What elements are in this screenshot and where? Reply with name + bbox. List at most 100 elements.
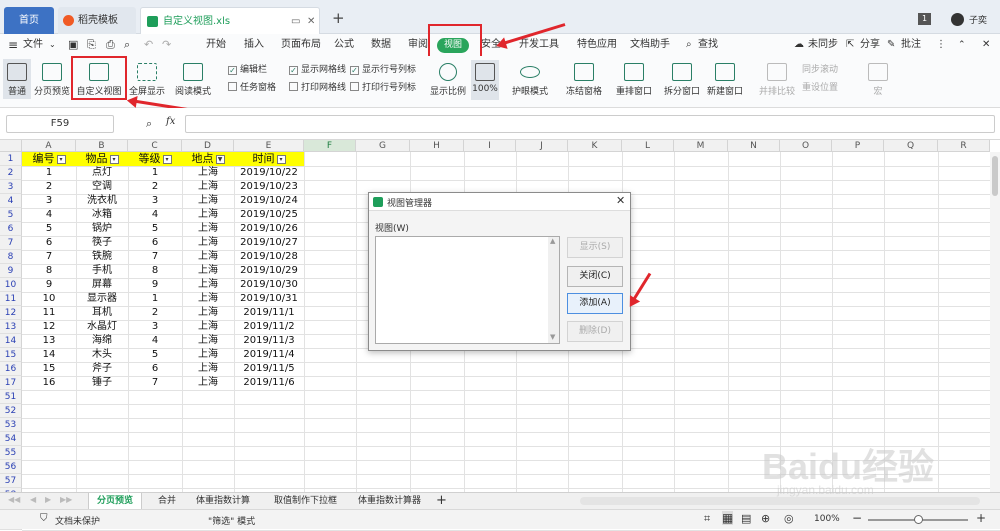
table-cell[interactable]: 锅炉 xyxy=(76,222,128,236)
table-cell[interactable]: 屏幕 xyxy=(76,278,128,292)
zoom-slider-thumb[interactable] xyxy=(914,515,923,524)
first-sheet-icon[interactable]: ◀◀ xyxy=(8,495,20,504)
table-cell[interactable]: 4 xyxy=(128,334,182,348)
table-cell[interactable]: 5 xyxy=(128,222,182,236)
zoom-ratio-button[interactable]: 显示比例 xyxy=(429,63,467,97)
column-header-E[interactable]: E xyxy=(234,140,304,152)
page-preview-button[interactable]: 分页预览 xyxy=(32,63,72,97)
menu-data[interactable]: 数据 xyxy=(371,34,391,56)
row-header[interactable]: 14 xyxy=(0,334,22,348)
table-cell[interactable]: 2019/11/1 xyxy=(234,306,304,320)
row-header[interactable]: 12 xyxy=(0,306,22,320)
row-header[interactable]: 7 xyxy=(0,236,22,250)
table-cell[interactable]: 空调 xyxy=(76,180,128,194)
checkbox-show-gridlines[interactable]: ✓ 显示网格线 xyxy=(289,63,346,77)
share-icon[interactable]: ⇱ xyxy=(846,34,854,56)
table-cell[interactable]: 13 xyxy=(22,334,76,348)
table-cell[interactable]: 4 xyxy=(128,208,182,222)
table-cell[interactable]: 3 xyxy=(128,320,182,334)
column-header-L[interactable]: L xyxy=(622,140,674,152)
table-cell[interactable]: 海绵 xyxy=(76,334,128,348)
table-cell[interactable]: 5 xyxy=(128,348,182,362)
row-header[interactable]: 8 xyxy=(0,250,22,264)
row-header[interactable]: 17 xyxy=(0,376,22,390)
table-cell[interactable]: 冰箱 xyxy=(76,208,128,222)
column-header-O[interactable]: O xyxy=(780,140,832,152)
column-header-M[interactable]: M xyxy=(674,140,728,152)
menu-review[interactable]: 审阅 xyxy=(408,34,428,56)
comment-button[interactable]: 批注 xyxy=(901,34,921,56)
select-all-corner[interactable] xyxy=(0,140,22,152)
table-cell[interactable]: 9 xyxy=(22,278,76,292)
column-header-I[interactable]: I xyxy=(464,140,516,152)
table-cell[interactable]: 3 xyxy=(128,194,182,208)
zoom-level[interactable]: 100% xyxy=(814,514,840,524)
next-sheet-icon[interactable]: ▶ xyxy=(45,495,51,504)
table-cell[interactable]: 上海 xyxy=(182,362,234,376)
reset-position-button[interactable]: 重设位置 xyxy=(802,81,838,95)
scroll-thumb[interactable] xyxy=(992,156,998,196)
row-header[interactable]: 2 xyxy=(0,166,22,180)
column-header-N[interactable]: N xyxy=(728,140,780,152)
page-break-view-icon[interactable]: ⌗ xyxy=(704,512,710,526)
table-cell[interactable]: 上海 xyxy=(182,306,234,320)
rearrange-window-button[interactable]: 重排窗口 xyxy=(611,63,657,97)
table-cell[interactable]: 显示器 xyxy=(76,292,128,306)
table-cell[interactable]: 2 xyxy=(128,180,182,194)
new-window-button[interactable]: 新建窗口 xyxy=(705,63,745,97)
row-header[interactable]: 5 xyxy=(0,208,22,222)
new-tab-button[interactable]: + xyxy=(332,9,345,27)
header-cell[interactable]: 地点 ▼ xyxy=(182,152,234,166)
save-icon[interactable]: ▣ xyxy=(68,34,78,56)
sync-scroll-button[interactable]: 同步滚动 xyxy=(802,63,838,77)
sync-icon[interactable]: ☁ xyxy=(794,34,804,56)
zoom-100-button[interactable]: 100% xyxy=(471,60,499,100)
table-cell[interactable]: 上海 xyxy=(182,222,234,236)
table-cell[interactable]: 7 xyxy=(128,376,182,390)
table-cell[interactable]: 上海 xyxy=(182,264,234,278)
close-icon[interactable]: ✕ xyxy=(982,34,990,56)
table-cell[interactable]: 4 xyxy=(22,208,76,222)
row-header[interactable]: 11 xyxy=(0,292,22,306)
table-cell[interactable]: 2019/10/31 xyxy=(234,292,304,306)
add-button[interactable]: 添加(A) xyxy=(567,293,623,314)
table-cell[interactable]: 2 xyxy=(22,180,76,194)
table-cell[interactable]: 1 xyxy=(128,166,182,180)
table-cell[interactable]: 6 xyxy=(22,236,76,250)
scroll-down-icon[interactable]: ▼ xyxy=(550,333,555,341)
header-cell[interactable]: 物品 ▾ xyxy=(76,152,128,166)
table-cell[interactable]: 上海 xyxy=(182,320,234,334)
menu-start[interactable]: 开始 xyxy=(206,34,226,56)
normal-view-button[interactable]: 普通 xyxy=(3,59,31,99)
print-icon[interactable]: ⎙ xyxy=(106,34,115,56)
menu-page-layout[interactable]: 页面布局 xyxy=(281,34,321,56)
table-cell[interactable]: 10 xyxy=(22,292,76,306)
show-button[interactable]: 显示(S) xyxy=(567,237,623,258)
checkbox-print-headers[interactable]: 打印行号列标 xyxy=(350,81,416,95)
avatar[interactable] xyxy=(951,13,964,26)
table-cell[interactable]: 洗衣机 xyxy=(76,194,128,208)
row-header[interactable]: 4 xyxy=(0,194,22,208)
table-cell[interactable]: 1 xyxy=(128,292,182,306)
row-header[interactable]: 51 xyxy=(0,390,22,404)
table-cell[interactable]: 木头 xyxy=(76,348,128,362)
popout-icon[interactable]: ▭ xyxy=(291,8,300,35)
table-cell[interactable]: 2 xyxy=(128,306,182,320)
comment-icon[interactable]: ✎ xyxy=(887,34,895,56)
table-cell[interactable]: 2019/10/29 xyxy=(234,264,304,278)
column-header-F[interactable]: F xyxy=(304,140,356,152)
sync-status[interactable]: 未同步 xyxy=(808,34,838,56)
row-header[interactable]: 52 xyxy=(0,404,22,418)
column-header-B[interactable]: B xyxy=(76,140,128,152)
table-cell[interactable]: 上海 xyxy=(182,194,234,208)
table-cell[interactable]: 2019/10/24 xyxy=(234,194,304,208)
column-header-P[interactable]: P xyxy=(832,140,884,152)
sheet-tab-dropdown[interactable]: 取值制作下拉框 xyxy=(266,493,345,510)
table-cell[interactable]: 16 xyxy=(22,376,76,390)
menu-features[interactable]: 特色应用 xyxy=(577,34,617,56)
table-cell[interactable]: 2019/11/5 xyxy=(234,362,304,376)
tab-home[interactable]: 首页 xyxy=(4,7,54,34)
table-cell[interactable]: 耳机 xyxy=(76,306,128,320)
column-header-R[interactable]: R xyxy=(938,140,990,152)
row-header[interactable]: 16 xyxy=(0,362,22,376)
